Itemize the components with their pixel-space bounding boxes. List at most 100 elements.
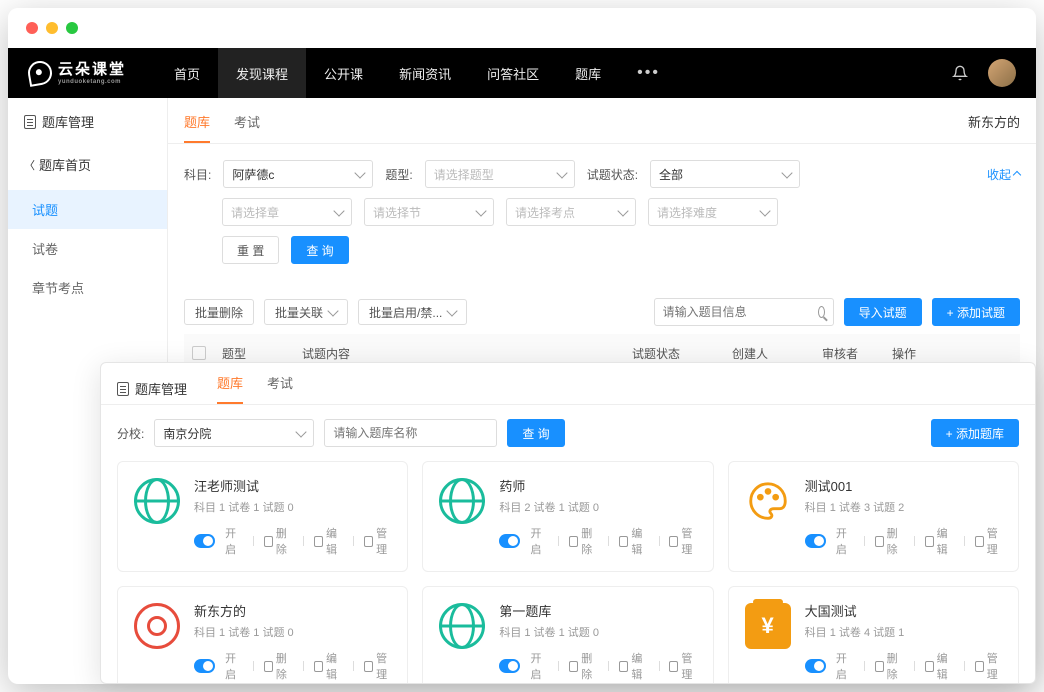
import-button[interactable]: 导入试题 [844,298,922,326]
grid-icon [364,661,373,672]
logo[interactable]: 云朵课堂 yunduoketang.com [28,61,126,85]
card-delete[interactable]: 删除 [569,525,598,557]
query-button[interactable]: 查 询 [291,236,348,264]
top-navbar: 云朵课堂 yunduoketang.com 首页发现课程公开课新闻资讯问答社区题… [8,48,1036,98]
card-manage[interactable]: 管理 [364,525,393,557]
difficulty-select[interactable]: 请选择难度 [648,198,778,226]
bank-card[interactable]: 汪老师测试 科目 1 试卷 1 试题 0 开启 删除 编辑 管理 [117,461,408,572]
trash-icon [875,661,884,672]
card-edit[interactable]: 编辑 [925,525,954,557]
w2-tab-exam[interactable]: 考试 [267,373,293,404]
card-edit[interactable]: 编辑 [619,525,648,557]
bank-card[interactable]: 测试001 科目 1 试卷 3 试题 2 开启 删除 编辑 管理 [728,461,1019,572]
grid-icon [364,536,373,547]
card-title: 汪老师测试 [194,476,393,495]
card-manage[interactable]: 管理 [975,650,1004,682]
chapter-select[interactable]: 请选择章 [222,198,352,226]
trash-icon [875,536,884,547]
nav-item-4[interactable]: 问答社区 [469,48,557,98]
card-edit[interactable]: 编辑 [619,650,648,682]
card-title: 测试001 [805,476,1004,495]
card-delete[interactable]: 删除 [875,650,904,682]
nav-item-0[interactable]: 首页 [156,48,218,98]
card-edit[interactable]: 编辑 [314,525,343,557]
subject-select[interactable]: 阿萨德c [223,160,373,188]
batch-delete-button[interactable]: 批量删除 [184,299,254,325]
user-avatar[interactable] [988,59,1016,87]
section-select[interactable]: 请选择节 [364,198,494,226]
branch-select[interactable]: 南京分院 [154,419,314,447]
nav-item-1[interactable]: 发现课程 [218,48,306,98]
card-manage[interactable]: 管理 [364,650,393,682]
globe-icon [134,478,180,524]
card-delete[interactable]: 删除 [875,525,904,557]
bank-card[interactable]: 药师 科目 2 试卷 1 试题 0 开启 删除 编辑 管理 [422,461,713,572]
toggle-label: 开启 [225,650,243,682]
sidebar-title: 题库管理 [8,98,167,145]
yen-icon: ¥ [745,603,791,649]
enable-toggle[interactable] [194,534,215,548]
sidebar-item-1[interactable]: 试卷 [8,229,167,268]
chevron-up-icon [1013,171,1021,179]
enable-toggle[interactable] [805,534,826,548]
add-bank-button[interactable]: + 添加题库 [931,419,1019,447]
bell-icon[interactable] [952,65,968,81]
card-manage[interactable]: 管理 [669,650,698,682]
card-title: 大国测试 [805,601,1004,620]
nav-item-5[interactable]: 题库 [557,48,619,98]
grid-icon [669,536,678,547]
nav-item-2[interactable]: 公开课 [306,48,381,98]
w2-query-button[interactable]: 查 询 [507,419,564,447]
trash-icon [264,536,273,547]
toggle-label: 开启 [530,650,548,682]
card-edit[interactable]: 编辑 [314,650,343,682]
bank-card[interactable]: 第一题库 科目 1 试卷 1 试题 0 开启 删除 编辑 管理 [422,586,713,684]
bank-card[interactable]: ¥ 大国测试 科目 1 试卷 4 试题 1 开启 删除 编辑 管理 [728,586,1019,684]
bank-card[interactable]: 新东方的 科目 1 试卷 1 试题 0 开启 删除 编辑 管理 [117,586,408,684]
search-input[interactable] [663,305,818,319]
enable-toggle[interactable] [805,659,826,673]
point-select[interactable]: 请选择考点 [506,198,636,226]
collapse-filters[interactable]: 收起 [987,166,1020,183]
search-box[interactable] [654,298,834,326]
maximize-window[interactable] [66,22,78,34]
status-select[interactable]: 全部 [650,160,800,188]
tab-exam[interactable]: 考试 [234,112,260,143]
w2-tab-bank[interactable]: 题库 [217,373,243,404]
grid-icon [975,661,984,672]
tab-bank[interactable]: 题库 [184,112,210,143]
minimize-window[interactable] [46,22,58,34]
add-question-button[interactable]: + 添加试题 [932,298,1020,326]
batch-link-button[interactable]: 批量关联 [264,299,348,325]
nav-more[interactable]: ••• [619,64,678,82]
batch-enable-button[interactable]: 批量启用/禁... [358,299,467,325]
window-controls [26,22,78,34]
card-meta: 科目 1 试卷 4 试题 1 [805,624,1004,640]
nav-item-3[interactable]: 新闻资讯 [381,48,469,98]
sidebar-item-2[interactable]: 章节考点 [8,268,167,307]
type-select[interactable]: 请选择题型 [425,160,575,188]
bank-name-input[interactable] [324,419,497,447]
sidebar-item-0[interactable]: 试题 [8,190,167,229]
reset-button[interactable]: 重 置 [222,236,279,264]
close-window[interactable] [26,22,38,34]
chevron-down-icon [327,305,338,316]
enable-toggle[interactable] [499,659,520,673]
enable-toggle[interactable] [499,534,520,548]
type-label: 题型: [385,166,412,183]
chevron-down-icon [355,167,366,178]
card-manage[interactable]: 管理 [669,525,698,557]
trash-icon [264,661,273,672]
card-title: 药师 [499,476,698,495]
chevron-down-icon [296,426,307,437]
enable-toggle[interactable] [194,659,215,673]
card-delete[interactable]: 删除 [569,650,598,682]
card-delete[interactable]: 删除 [264,525,293,557]
sidebar-back[interactable]: 〈 题库首页 [8,145,167,184]
document-icon [24,115,36,129]
card-edit[interactable]: 编辑 [925,650,954,682]
card-delete[interactable]: 删除 [264,650,293,682]
card-manage[interactable]: 管理 [975,525,1004,557]
edit-icon [619,661,628,672]
select-all-checkbox[interactable] [192,346,206,360]
